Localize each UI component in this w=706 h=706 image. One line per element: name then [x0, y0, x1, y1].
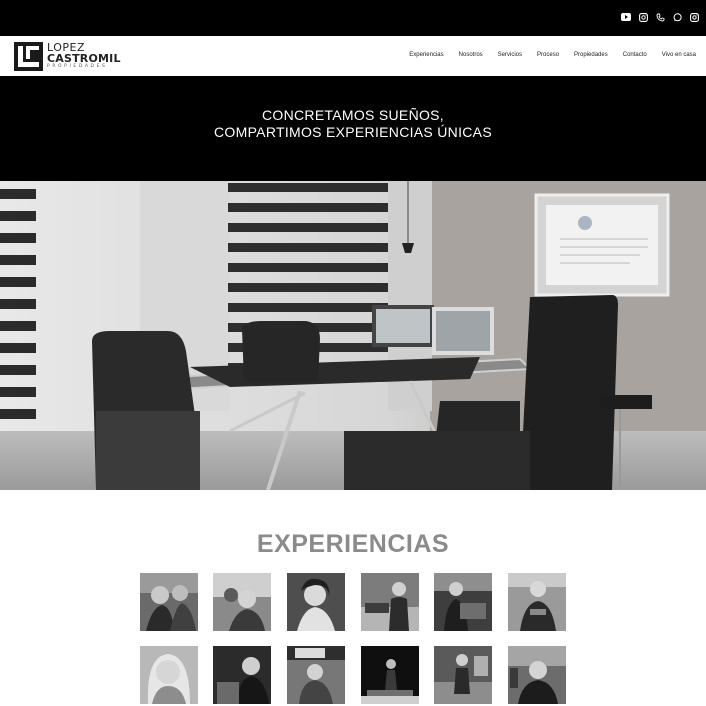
logo-line-3: PROPIEDADES [47, 64, 108, 70]
nav-item-nosotros[interactable]: Nosotros [459, 52, 483, 58]
nav-item-contacto[interactable]: Contacto [623, 52, 647, 58]
experience-photo[interactable] [213, 573, 271, 631]
logo-line-2: CASTROMIL [47, 52, 121, 66]
instagram-icon[interactable] [637, 11, 649, 23]
experience-photo[interactable] [434, 573, 492, 631]
experience-photo[interactable] [508, 646, 566, 704]
phone-icon[interactable] [654, 11, 666, 23]
experience-photo[interactable] [361, 573, 419, 631]
experience-photo[interactable] [361, 646, 419, 704]
nav-item-servicios[interactable]: Servicios [498, 52, 522, 58]
hero-banner: CONCRETAMOS SUEÑOS, COMPARTIMOS EXPERIEN… [0, 76, 706, 181]
nav-item-experiencias[interactable]: Experiencias [409, 52, 443, 58]
logo-mark-icon [14, 41, 43, 71]
top-bar [0, 0, 706, 36]
experience-photo[interactable] [287, 573, 345, 631]
nav-item-vivo-en-casa[interactable]: Vivo en casa [662, 52, 696, 58]
office-photo [0, 181, 706, 490]
whatsapp-icon[interactable] [671, 11, 683, 23]
social-links [620, 11, 700, 23]
experience-photo[interactable] [213, 646, 271, 704]
nav-item-proceso[interactable]: Proceso [537, 52, 559, 58]
youtube-icon[interactable] [620, 11, 632, 23]
hero-headline-line-2: COMPARTIMOS EXPERIENCIAS ÚNICAS [214, 124, 492, 140]
experience-photo[interactable] [434, 646, 492, 704]
experience-photo[interactable] [508, 573, 566, 631]
logo-wordmark: LOPEZ CASTROMIL PROPIEDADES [47, 42, 121, 70]
experience-photo[interactable] [140, 573, 198, 631]
brand-logo[interactable]: LOPEZ CASTROMIL PROPIEDADES [14, 40, 134, 72]
instagram-icon[interactable] [688, 11, 700, 23]
hero-headline-line-1: CONCRETAMOS SUEÑOS, [261, 107, 444, 123]
main-navbar: LOPEZ CASTROMIL PROPIEDADES Experiencias… [0, 36, 706, 76]
nav-menu: Experiencias Nosotros Servicios Proceso … [409, 52, 696, 58]
experiences-title: EXPERIENCIAS [256, 530, 450, 558]
nav-item-propiedades[interactable]: Propiedades [574, 52, 608, 58]
experience-photo[interactable] [287, 646, 345, 704]
experience-photo[interactable] [140, 646, 198, 704]
